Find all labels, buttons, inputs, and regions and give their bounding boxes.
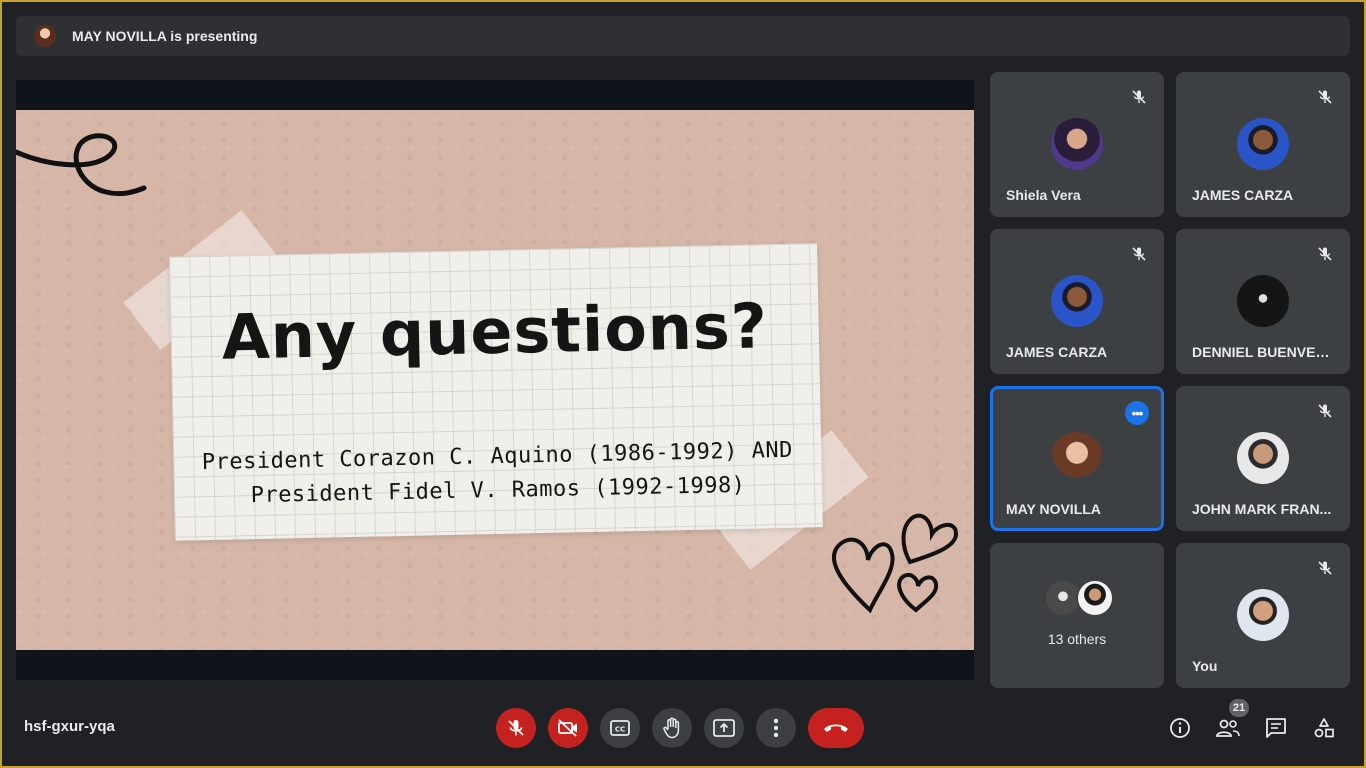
slide: Any questions? President Corazon C. Aqui… [16,110,974,650]
slide-subtitle: President Corazon C. Aquino (1986-1992) … [173,433,822,515]
mic-off-icon [1128,243,1150,265]
participant-tile[interactable]: JAMES CARZA [990,229,1164,374]
more-options-icon [773,718,779,738]
mic-off-icon [1314,557,1336,579]
end-call-icon [824,724,848,732]
avatar [1051,275,1103,327]
end-call-button[interactable] [808,708,864,748]
mic-off-icon [1128,86,1150,108]
presentation-stage[interactable]: Any questions? President Corazon C. Aqui… [16,80,974,680]
people-button[interactable] [1214,714,1242,742]
presenting-text: MAY NOVILLA is presenting [72,28,258,44]
avatar [1051,118,1103,170]
participant-name: JAMES CARZA [1192,187,1294,203]
participant-name: JAMES CARZA [1006,344,1108,360]
present-button[interactable] [704,708,744,748]
slide-title: Any questions? [220,289,769,374]
mic-off-icon [1314,243,1336,265]
info-icon [1170,718,1190,738]
hearts-doodle [831,513,958,614]
avatar [1237,432,1289,484]
mic-toggle-button[interactable] [496,708,536,748]
people-icon [1216,719,1240,737]
chat-icon [1266,718,1286,738]
present-icon [713,719,735,737]
avatar [1237,118,1289,170]
others-count: 13 others [1047,631,1107,647]
avatar [1051,432,1103,484]
presenter-avatar [34,25,56,47]
presenting-banner: MAY NOVILLA is presenting [16,16,1350,56]
more-options-icon[interactable]: ••• [1125,401,1149,425]
participant-name: MAY NOVILLA [1006,501,1101,517]
activities-button[interactable] [1310,714,1338,742]
avatar [1076,579,1114,617]
participant-tile[interactable]: DENNIEL BUENVENI... [1176,229,1350,374]
avatar [1237,275,1289,327]
camera-off-icon [558,719,577,737]
info-button[interactable] [1166,714,1194,742]
raise-hand-icon [663,717,680,739]
meeting-code: hsf-gxur-yqa [24,718,115,735]
chat-button[interactable] [1262,714,1290,742]
grid-paper: Any questions? President Corazon C. Aqui… [169,243,823,541]
activities-icon [1314,718,1334,738]
mic-off-icon [1314,86,1336,108]
swirl-doodle [16,133,147,197]
participant-name: DENNIEL BUENVENI... [1192,344,1334,360]
participant-tile[interactable]: JOHN MARK FRAN... [1176,386,1350,531]
avatar [1237,589,1289,641]
more-options-button[interactable] [756,708,796,748]
others-tile[interactable]: 13 others [990,543,1164,688]
participant-name: You [1192,658,1218,674]
mic-off-icon [508,720,524,736]
others-avatars [1044,579,1114,619]
captions-button[interactable]: CC [600,708,640,748]
self-tile[interactable]: You [1176,543,1350,688]
participant-tile[interactable]: Shiela Vera [990,72,1164,217]
captions-icon: CC [610,720,630,736]
participant-name: Shiela Vera [1006,187,1081,203]
mic-off-icon [1314,400,1336,422]
raise-hand-button[interactable] [652,708,692,748]
participant-count-badge: 21 [1229,699,1249,717]
participant-name: JOHN MARK FRAN... [1192,501,1332,517]
svg-text:CC: CC [615,726,625,734]
participant-tile-active[interactable]: ••• MAY NOVILLA [990,386,1164,531]
camera-toggle-button[interactable] [548,708,588,748]
participant-tile[interactable]: JAMES CARZA [1176,72,1350,217]
